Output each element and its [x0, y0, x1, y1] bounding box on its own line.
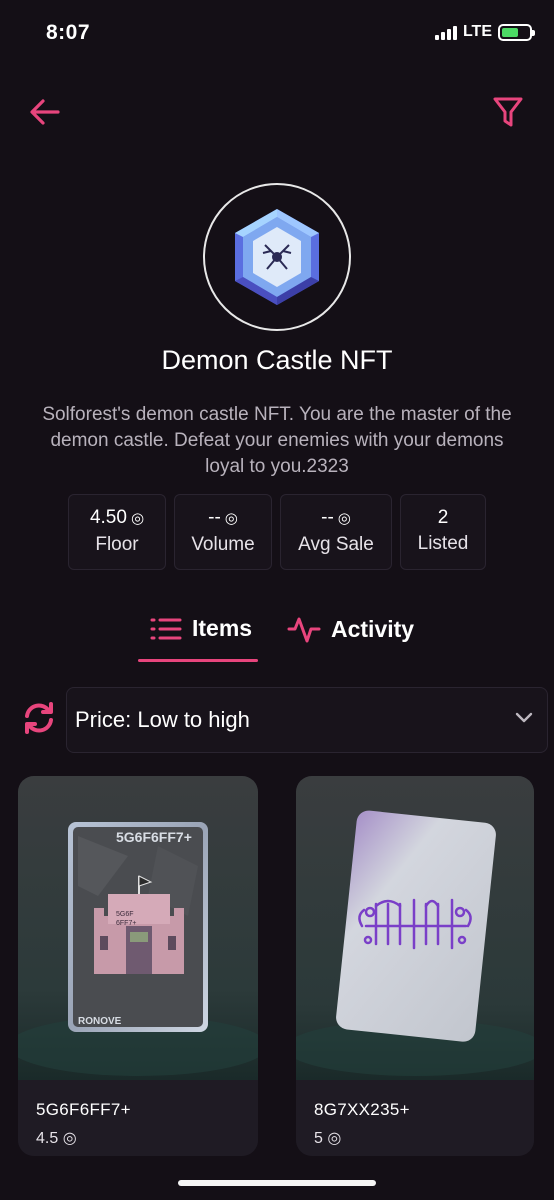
- tab-activity[interactable]: Activity: [287, 615, 414, 643]
- gem-logo-icon: [235, 209, 319, 305]
- stat-value: 4.50: [89, 506, 127, 528]
- activity-icon: [287, 617, 321, 643]
- item-price: 5 ◎: [314, 1130, 342, 1147]
- stat-value: --: [208, 506, 221, 528]
- sol-icon: ◎: [337, 509, 351, 527]
- stat-label: Listed: [417, 533, 469, 554]
- home-indicator[interactable]: [178, 1180, 376, 1186]
- collection-description: Solforest's demon castle NFT. You are th…: [42, 404, 512, 477]
- filter-button[interactable]: [492, 95, 524, 129]
- tab-items[interactable]: Items: [150, 615, 252, 642]
- item-name: 8G7XX235+: [314, 1100, 410, 1119]
- svg-text:5G6F: 5G6F: [116, 911, 134, 918]
- battery-icon: [498, 23, 535, 41]
- signal-icon: [434, 25, 457, 40]
- stat-avg-sale: -- ◎ Avg Sale: [280, 494, 392, 570]
- tab-bar: Items Activity: [0, 605, 554, 665]
- stat-label: Volume: [191, 533, 255, 555]
- filter-icon: [493, 97, 523, 127]
- status-icons: LTE: [434, 23, 535, 41]
- stat-volume: -- ◎ Volume: [174, 494, 272, 570]
- network-label: LTE: [462, 23, 492, 40]
- stat-floor: 4.50 ◎ Floor: [68, 494, 166, 570]
- card-code: 5G6F6FF7+: [116, 829, 192, 845]
- back-button[interactable]: [28, 95, 62, 129]
- stat-label: Avg Sale: [298, 533, 374, 555]
- tab-activity-label: Activity: [331, 615, 415, 642]
- sort-dropdown[interactable]: Price: Low to high: [66, 687, 548, 753]
- item-info: 5G6F6FF7+ 4.5 ◎: [18, 1080, 258, 1156]
- stat-value: 2: [437, 507, 449, 528]
- item-name: 5G6F6FF7+: [36, 1100, 131, 1119]
- sol-icon: ◎: [130, 509, 145, 527]
- sort-selected-label: Price: Low to high: [75, 707, 250, 732]
- tab-items-label: Items: [192, 615, 253, 641]
- stat-value: --: [321, 506, 334, 528]
- refresh-button[interactable]: [22, 701, 56, 735]
- status-time: 8:07: [46, 21, 91, 44]
- stat-listed: 2 Listed: [400, 494, 486, 570]
- svg-text:6FF7+: 6FF7+: [116, 920, 136, 927]
- nft-card-image: 5G6F6FF7+ 5G6F 6FF7+ RONOVE: [18, 776, 258, 1080]
- collection-logo: [203, 183, 351, 331]
- collection-title: Demon Castle NFT: [161, 345, 393, 375]
- card-caption: RONOVE: [78, 1016, 122, 1027]
- item-price: 4.5 ◎: [36, 1130, 77, 1147]
- sol-icon: ◎: [224, 509, 238, 527]
- status-bar: 8:07 LTE: [0, 0, 554, 64]
- chevron-down-icon: [515, 712, 533, 723]
- nft-card-image: [296, 776, 534, 1080]
- active-tab-indicator: [138, 659, 258, 662]
- list-icon: [150, 618, 182, 639]
- refresh-icon: [25, 702, 53, 734]
- item-card[interactable]: 5G6F6FF7+ 5G6F 6FF7+ RONOVE 5G6F6FF7+ 4.…: [18, 776, 258, 1156]
- stats-row: 4.50 ◎ Floor -- ◎ Volume -- ◎ Avg Sale 2 Li…: [68, 494, 486, 570]
- item-card[interactable]: 8G7XX235+ 5 ◎: [296, 776, 534, 1156]
- back-arrow-icon: [30, 99, 60, 125]
- item-info: 8G7XX235+ 5 ◎: [296, 1080, 534, 1156]
- stat-label: Floor: [95, 533, 139, 555]
